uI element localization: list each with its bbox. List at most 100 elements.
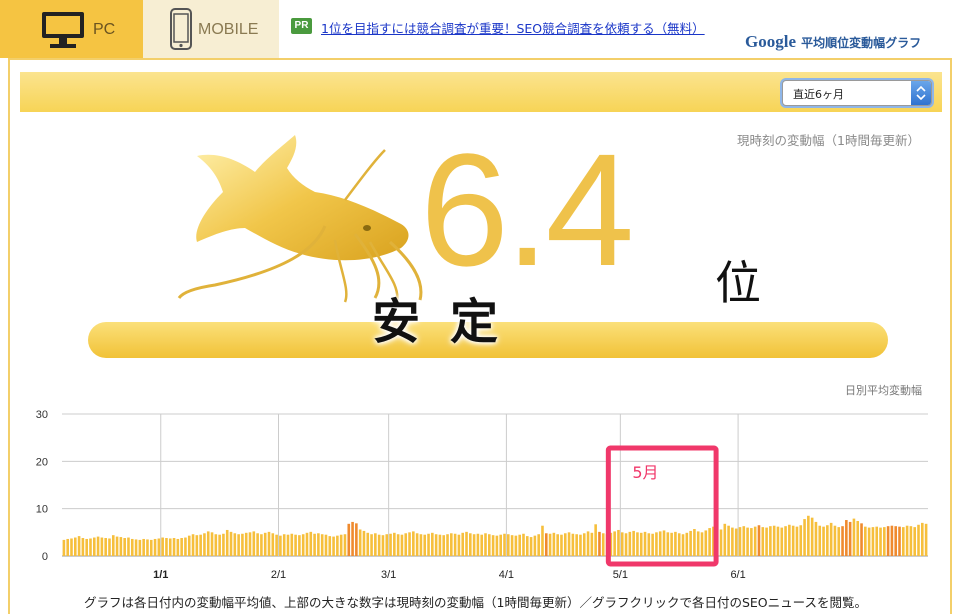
select-arrows-icon [911,81,931,105]
bar [677,533,681,556]
bar [233,533,237,556]
bar [886,526,890,556]
bar [415,533,419,556]
bar [195,535,199,556]
tab-pc[interactable]: PC [0,0,143,58]
bar [157,538,161,556]
bar [689,530,692,556]
daily-variation-chart[interactable]: 0 10 20 30 1/1 2/1 3/1 4/1 5/1 6/1 5月 [10,398,950,598]
bar [286,534,290,556]
bar [575,534,578,556]
bar [370,534,373,556]
bar [826,525,829,556]
bar [522,533,525,556]
bar [852,518,856,556]
bar [161,537,164,556]
bar [465,531,468,556]
bar [225,529,229,556]
bar [723,523,727,556]
bar [506,534,510,556]
bar [890,525,894,556]
bar [108,538,111,556]
bar [700,532,704,556]
bar [343,534,347,556]
bar [480,534,484,556]
bar [541,525,544,556]
bar [81,538,85,556]
bar [92,537,96,556]
bar [510,535,514,556]
bar [503,533,506,556]
bar [476,533,480,556]
phone-icon [170,8,192,50]
pr-link[interactable]: 1位を目指すには競合調査が重要！SEO競合調査を依頼する（無料） [321,18,705,37]
bar [301,534,305,556]
bar [290,533,294,556]
bar [85,538,88,556]
bar [905,525,909,556]
bar [317,533,320,556]
main-panel: 直近6ヶ月 現時刻の変動幅（1時間毎更新） 6.4 位 安定 日別平均変動幅 0… [8,58,952,614]
bar [833,525,837,556]
bar [529,537,533,556]
bar [248,532,252,556]
y-tick-label: 30 [36,409,48,421]
bar [389,533,392,556]
bar [484,533,487,556]
bar [256,533,259,556]
bar [362,530,366,556]
bar [560,534,563,556]
bar [66,538,69,556]
bar [860,523,863,556]
bar [666,532,670,556]
bar [89,538,92,556]
bar [282,534,286,556]
bar [655,532,658,556]
bar [772,525,776,556]
bar [738,527,742,556]
bar [260,534,263,556]
bar [431,532,434,556]
bar [628,531,632,556]
bar [795,526,799,556]
site-title[interactable]: Google 平均順位変動幅グラフ [745,32,921,52]
bar [818,525,822,556]
bar [814,521,818,556]
bar [810,517,814,556]
tab-pc-label: PC [93,21,116,38]
range-select-value: 直近6ヶ月 [793,88,844,101]
bar [651,533,654,556]
tab-mobile[interactable]: MOBILE [143,0,279,58]
chart-title: 日別平均変動幅 [845,384,922,397]
range-select[interactable]: 直近6ヶ月 [782,80,932,106]
bar [761,527,765,556]
bar [685,532,689,556]
bar [115,536,119,556]
bar [294,534,297,556]
bar [165,538,168,556]
bar [355,523,358,556]
bar [298,535,301,556]
bar [324,534,328,556]
bar [909,526,913,556]
bar [412,531,415,556]
bar [617,529,620,556]
bar [734,528,738,556]
bar [791,525,795,556]
bar [662,530,666,556]
bar [73,537,77,556]
bar [442,535,446,556]
y-tick-label: 0 [42,551,48,563]
bar [366,532,370,556]
bar [393,532,396,556]
current-label: 現時刻の変動幅（1時間毎更新） [737,133,920,148]
bar [142,538,145,556]
bar [582,533,586,556]
bar [123,538,126,556]
status-text: 安定 [372,294,529,350]
bar [742,526,746,556]
bar [404,533,408,556]
bar [374,533,377,556]
bar [670,532,673,556]
bar [864,526,867,556]
